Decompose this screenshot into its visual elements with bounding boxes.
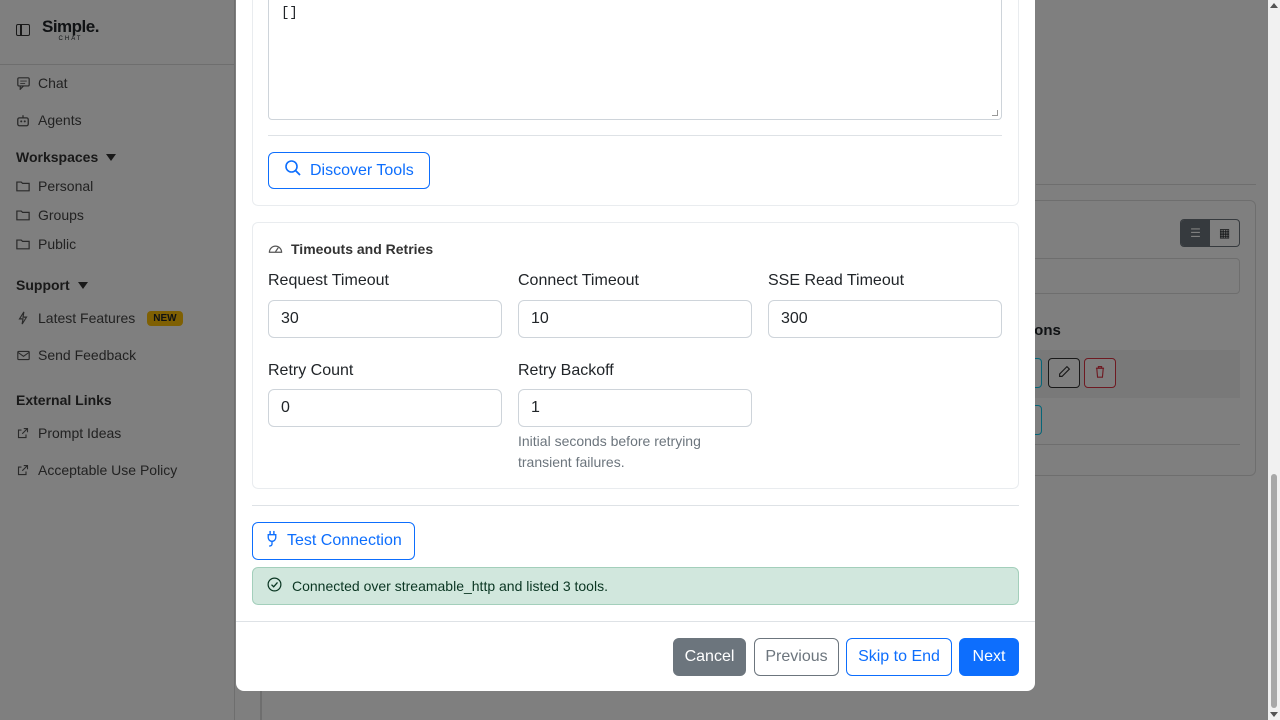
tools-json-textarea[interactable]: []	[268, 0, 1002, 120]
sse-read-timeout-input[interactable]: 300	[768, 300, 1002, 338]
scroll-down-icon[interactable]	[1270, 712, 1278, 717]
search-icon	[284, 159, 302, 182]
connection-success-alert: Connected over streamable_http and liste…	[252, 567, 1019, 605]
previous-button[interactable]: Previous	[754, 638, 839, 676]
sse-read-timeout-label: SSE Read Timeout	[768, 272, 905, 289]
scroll-up-icon[interactable]	[1270, 3, 1278, 8]
connect-timeout-input[interactable]: 10	[518, 300, 752, 338]
request-timeout-label: Request Timeout	[268, 272, 389, 289]
request-timeout-input[interactable]: 30	[268, 300, 502, 338]
cancel-button[interactable]: Cancel	[673, 638, 746, 676]
check-circle-icon	[267, 577, 282, 595]
resize-handle-icon[interactable]	[992, 110, 998, 116]
retry-backoff-help-text: Initial seconds before retrying transien…	[518, 433, 701, 470]
test-connection-button[interactable]: Test Connection	[252, 522, 415, 560]
scrollbar-thumb[interactable]	[1271, 474, 1277, 708]
retry-backoff-label: Retry Backoff	[518, 362, 614, 379]
plug-icon	[265, 530, 279, 552]
speedometer-icon	[268, 241, 283, 257]
retry-backoff-input[interactable]: 1	[518, 389, 752, 427]
next-button[interactable]: Next	[959, 638, 1019, 676]
divider	[252, 505, 1019, 506]
discover-tools-label: Discover Tools	[310, 161, 414, 179]
skip-to-end-button[interactable]: Skip to End	[846, 638, 952, 676]
textarea-value: []	[281, 5, 298, 21]
divider	[268, 135, 1002, 136]
modal-footer-divider	[236, 621, 1035, 622]
connect-timeout-label: Connect Timeout	[518, 272, 639, 289]
retry-count-input[interactable]: 0	[268, 389, 502, 427]
retry-count-label: Retry Count	[268, 362, 354, 379]
discover-tools-button[interactable]: Discover Tools	[268, 152, 430, 189]
test-connection-label: Test Connection	[287, 532, 402, 549]
page-scrollbar[interactable]	[1268, 0, 1280, 720]
timeouts-section-title: Timeouts and Retries	[268, 241, 433, 257]
status-message: Connected over streamable_http and liste…	[292, 578, 608, 594]
timeouts-title-label: Timeouts and Retries	[291, 241, 434, 257]
